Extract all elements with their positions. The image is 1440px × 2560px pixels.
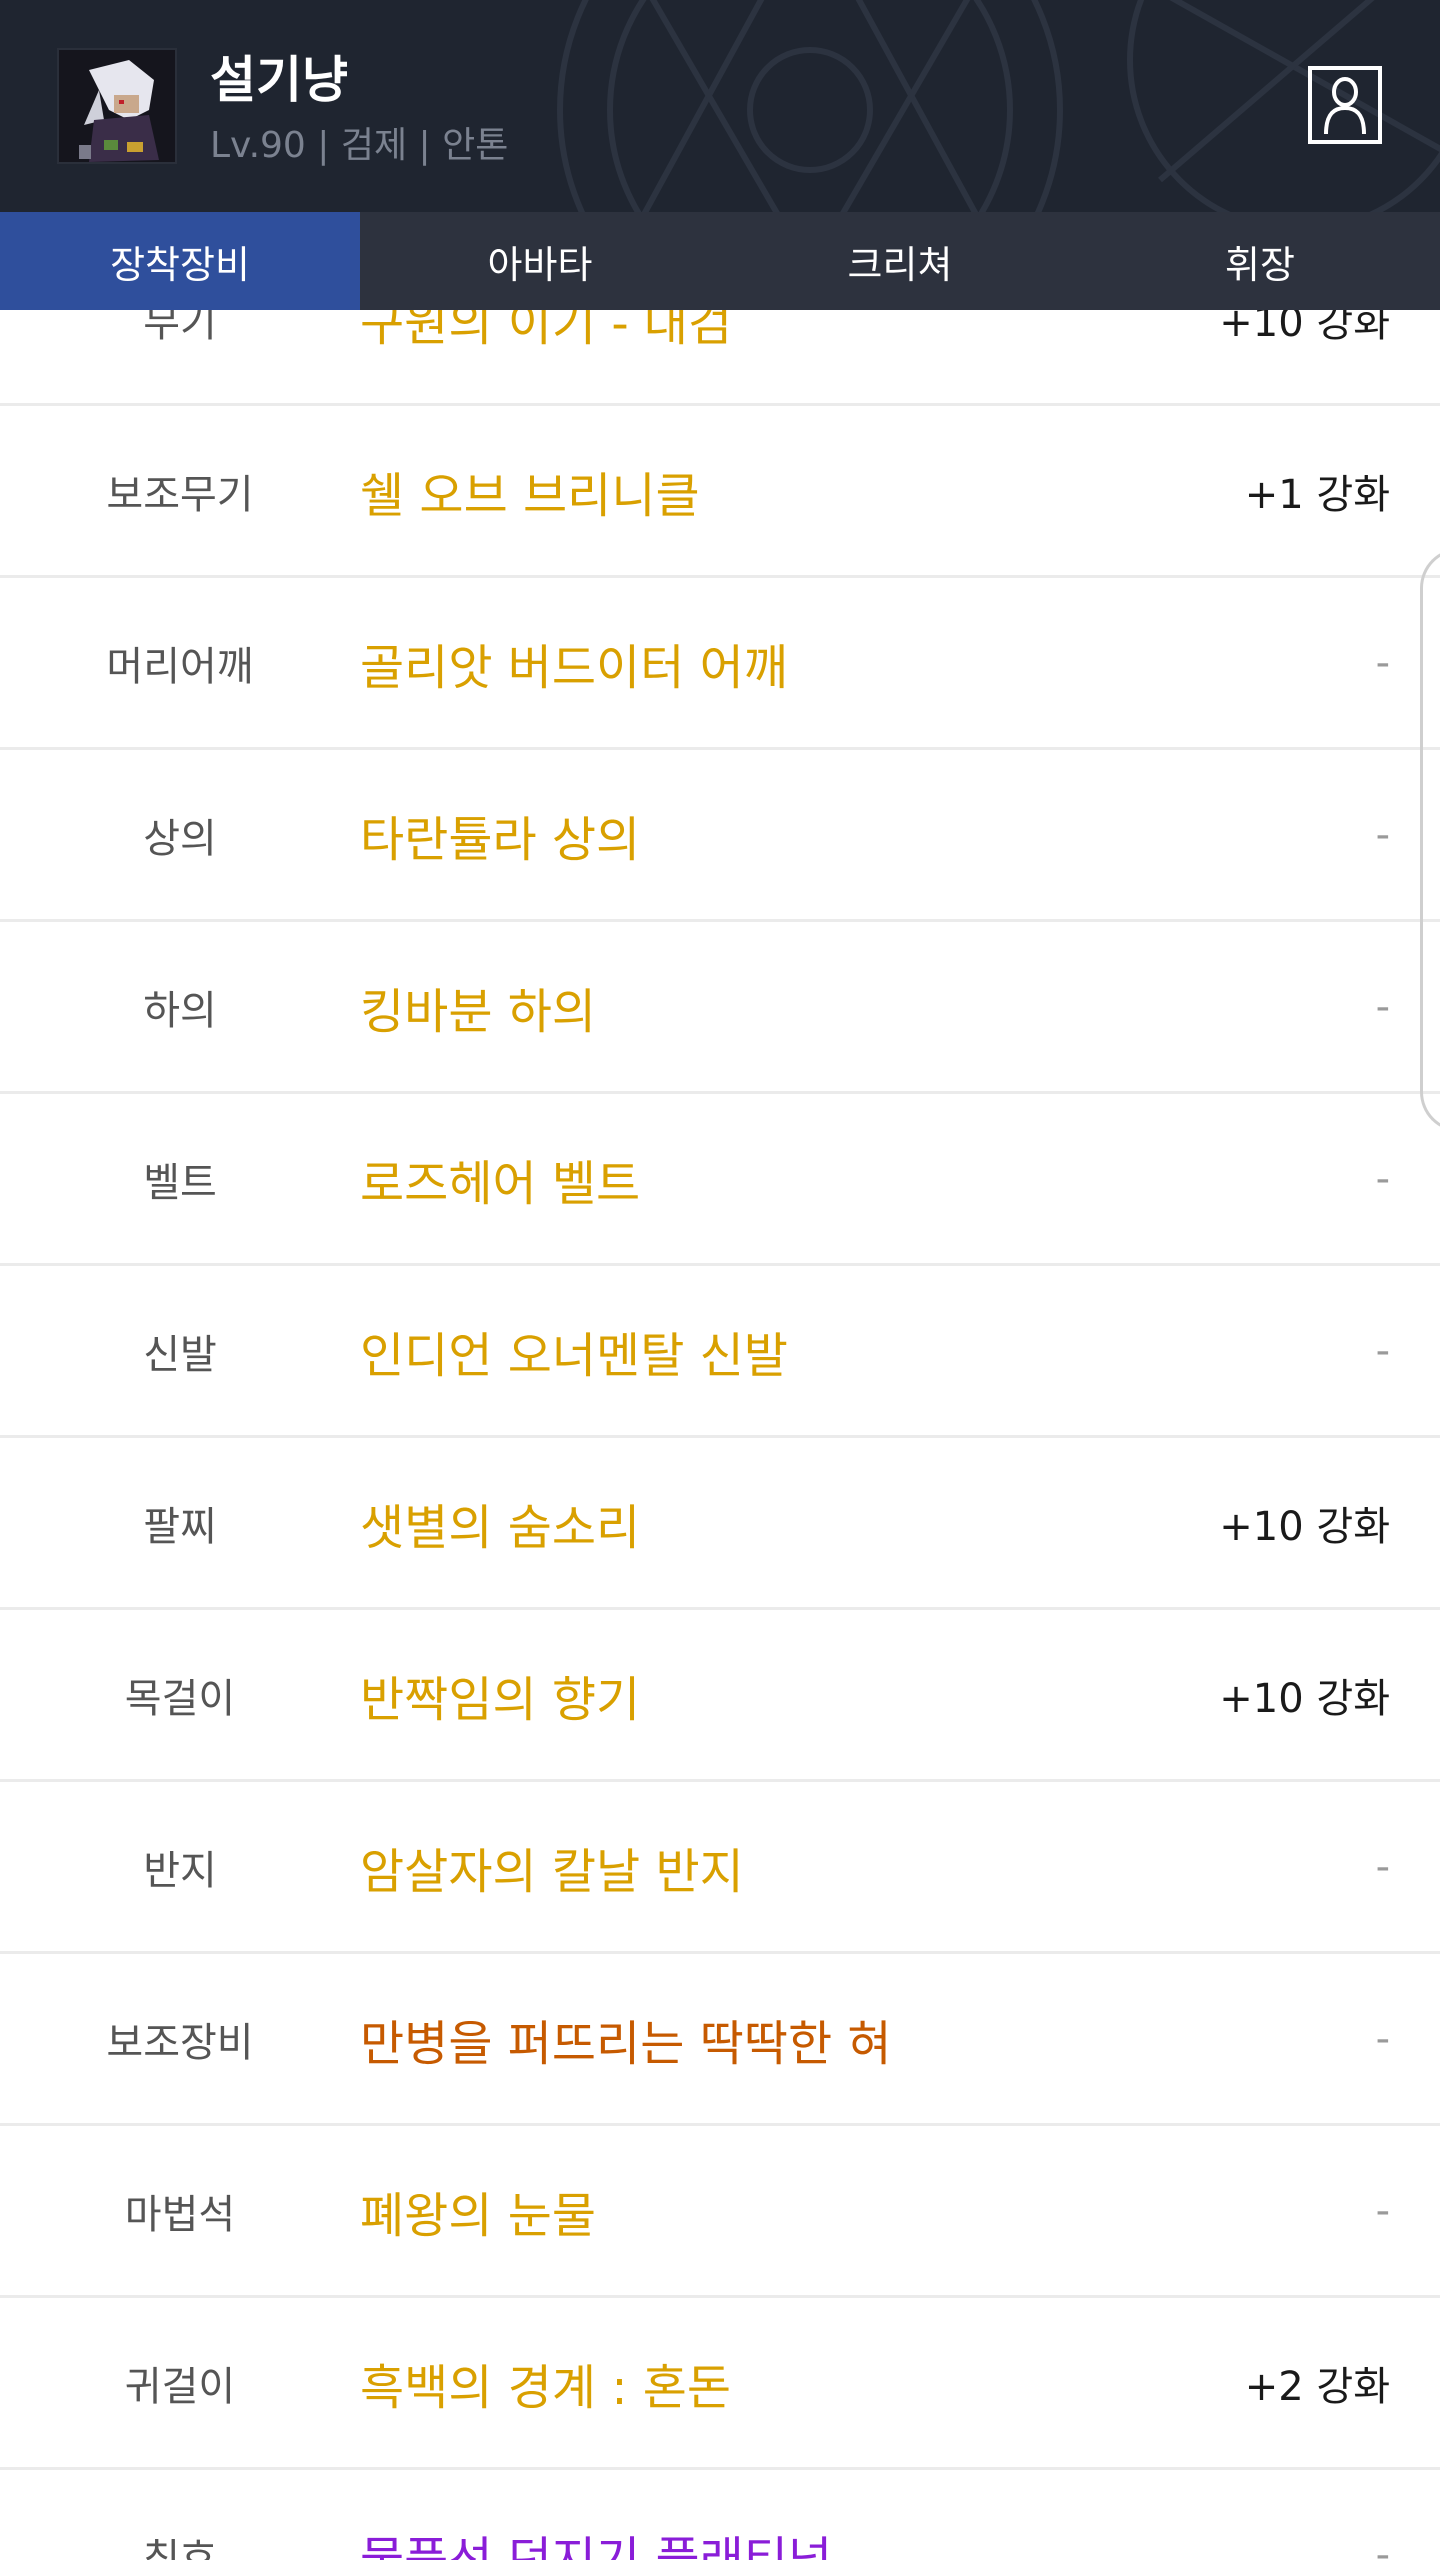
equipment-row-bottom[interactable]: 하의 킹바분 하의 - <box>0 922 1440 1094</box>
enhance-value: - <box>1375 811 1390 858</box>
slot-label: 반지 <box>143 1847 217 1894</box>
slot-label: 보조무기 <box>106 471 254 518</box>
equipment-row-support[interactable]: 보조장비 만병을 퍼뜨리는 딱딱한 혀 - <box>0 1954 1440 2126</box>
enhance-value: - <box>1375 1155 1390 1202</box>
enhance-value: +10 강화 <box>1219 1675 1390 1722</box>
equipment-row-bracelet[interactable]: 팔찌 샛별의 숨소리 +10 강화 <box>0 1438 1440 1610</box>
item-name[interactable]: 골리앗 버드이터 어깨 <box>360 628 788 698</box>
equipment-row-ring[interactable]: 반지 암살자의 칼날 반지 - <box>0 1782 1440 1954</box>
item-name[interactable]: 물풍선 던지기 플래티넘 <box>360 2520 832 2560</box>
item-name[interactable]: 쉘 오브 브리니클 <box>360 456 700 526</box>
enhance-value: - <box>1375 1843 1390 1890</box>
tab-avatar[interactable]: 아바타 <box>360 212 720 310</box>
equipment-list[interactable]: 무기 구원의 이기 - 대검 +10 강화 보조무기 쉘 오브 브리니클 +1 … <box>0 0 1440 2560</box>
item-name[interactable]: 킹바분 하의 <box>360 972 596 1042</box>
item-name[interactable]: 로즈헤어 벨트 <box>360 1144 640 1214</box>
enhance-value: - <box>1375 2531 1390 2560</box>
enhance-value: - <box>1375 2187 1390 2234</box>
equipment-row-earring[interactable]: 귀걸이 흑백의 경계 : 혼돈 +2 강화 <box>0 2298 1440 2470</box>
slot-label: 보조장비 <box>106 2019 254 2066</box>
character-sprite-icon <box>59 50 175 162</box>
equipment-tab-bar: 장착장비 아바타 크리쳐 휘장 <box>0 212 1440 310</box>
header-pattern-decoration <box>557 0 1440 212</box>
enhance-value: +2 강화 <box>1244 2363 1390 2410</box>
equipment-row-subweapon[interactable]: 보조무기 쉘 오브 브리니클 +1 강화 <box>0 406 1440 578</box>
equipment-row-top[interactable]: 상의 타란튤라 상의 - <box>0 750 1440 922</box>
enhance-value: +1 강화 <box>1244 471 1390 518</box>
item-name[interactable]: 만병을 퍼뜨리는 딱딱한 혀 <box>360 2004 892 2074</box>
enhance-value: - <box>1375 983 1390 1030</box>
slot-label: 팔찌 <box>143 1503 217 1550</box>
item-name[interactable]: 샛별의 숨소리 <box>360 1488 640 1558</box>
tab-equipped[interactable]: 장착장비 <box>0 212 360 310</box>
equipment-row-magicstone[interactable]: 마법석 폐왕의 눈물 - <box>0 2126 1440 2298</box>
profile-icon <box>1324 77 1366 135</box>
character-name: 설기냥 <box>210 51 348 109</box>
equipment-row-necklace[interactable]: 목걸이 반짝임의 향기 +10 강화 <box>0 1610 1440 1782</box>
enhance-value: - <box>1375 1327 1390 1374</box>
slot-label: 하의 <box>143 987 217 1034</box>
item-name[interactable]: 흑백의 경계 : 혼돈 <box>360 2348 731 2418</box>
slot-label: 마법석 <box>124 2191 236 2238</box>
slot-label: 귀걸이 <box>124 2363 236 2410</box>
tab-emblem[interactable]: 휘장 <box>1080 212 1440 310</box>
character-header: 설기냥 Lv.90 | 검제 | 안톤 <box>0 0 1440 212</box>
side-scroll-handle[interactable] <box>1420 548 1440 1132</box>
character-avatar[interactable] <box>57 48 177 164</box>
item-name[interactable]: 암살자의 칼날 반지 <box>360 1832 744 1902</box>
enhance-value: - <box>1375 639 1390 686</box>
item-name[interactable]: 반짝임의 향기 <box>360 1660 640 1730</box>
item-name[interactable]: 인디언 오너멘탈 신발 <box>360 1316 788 1386</box>
equipment-row-shoulder[interactable]: 머리어깨 골리앗 버드이터 어깨 - <box>0 578 1440 750</box>
enhance-value: - <box>1375 2015 1390 2062</box>
slot-label: 신발 <box>143 1331 217 1378</box>
slot-label: 목걸이 <box>124 1675 236 1722</box>
item-name[interactable]: 폐왕의 눈물 <box>360 2176 596 2246</box>
character-info: Lv.90 | 검제 | 안톤 <box>210 125 509 166</box>
enhance-value: +10 강화 <box>1219 1503 1390 1550</box>
slot-label: 벨트 <box>143 1159 217 1206</box>
slot-label: 칭호 <box>143 2535 217 2560</box>
equipment-row-title[interactable]: 칭호 물풍선 던지기 플래티넘 - <box>0 2470 1440 2560</box>
slot-label: 머리어깨 <box>106 643 254 690</box>
item-name[interactable]: 타란튤라 상의 <box>360 800 640 870</box>
equipment-row-belt[interactable]: 벨트 로즈헤어 벨트 - <box>0 1094 1440 1266</box>
slot-label: 상의 <box>143 815 217 862</box>
equipment-row-shoes[interactable]: 신발 인디언 오너멘탈 신발 - <box>0 1266 1440 1438</box>
tab-creature[interactable]: 크리쳐 <box>720 212 1080 310</box>
profile-button[interactable] <box>1308 66 1382 144</box>
